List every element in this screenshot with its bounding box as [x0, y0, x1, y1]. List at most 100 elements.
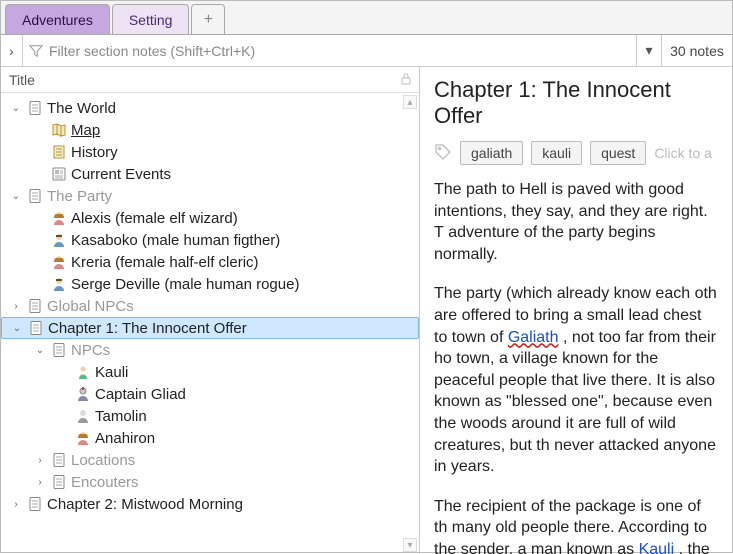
column-header[interactable]: Title — [1, 67, 420, 93]
child-icon — [75, 364, 91, 380]
chevron-right-icon: › — [9, 43, 14, 59]
main-split: Title ▴ ▾ ⌄ The World Map History Current Ev… — [1, 67, 732, 554]
tree-row[interactable]: History — [1, 141, 419, 163]
filter-placeholder: Filter section notes (Shift+Ctrl+K) — [49, 43, 255, 59]
tree-label: Encouters — [71, 474, 139, 491]
person-f-icon — [51, 254, 67, 270]
chevron-right-icon[interactable]: › — [9, 497, 23, 511]
tree-pane: Title ▴ ▾ ⌄ The World Map History Current Ev… — [1, 67, 420, 554]
doc-icon — [51, 342, 67, 358]
doc-icon — [51, 474, 67, 490]
tag-add-hint[interactable]: Click to a — [654, 145, 712, 161]
tree-row[interactable]: › Chapter 2: Mistwood Morning — [1, 493, 419, 515]
tree-row[interactable]: Current Events — [1, 163, 419, 185]
filter-icon — [29, 44, 43, 58]
tree-label: History — [71, 144, 118, 161]
tag-chip[interactable]: kauli — [531, 141, 582, 165]
content-pane: Chapter 1: The Innocent Offer galiath ka… — [420, 67, 732, 554]
tree-label: Alexis (female elf wizard) — [71, 210, 238, 227]
doc-icon — [28, 320, 44, 336]
chevron-down-icon[interactable]: ⌄ — [9, 101, 23, 115]
tree-row[interactable]: ›Locations — [1, 449, 419, 471]
notes-count: 30 notes — [662, 43, 732, 59]
tree-label: Anahiron — [95, 430, 155, 447]
expander-spacer — [57, 365, 71, 379]
tree-row[interactable]: Anahiron — [1, 427, 419, 449]
chevron-right-icon[interactable]: › — [33, 453, 47, 467]
tree-row[interactable]: Serge Deville (male human rogue) — [1, 273, 419, 295]
map-icon — [51, 122, 67, 138]
tab-setting[interactable]: Setting — [112, 4, 190, 34]
person-f-icon — [75, 430, 91, 446]
tree-label: Tamolin — [95, 408, 147, 425]
text-run: The party (which already know each oth — [434, 285, 717, 302]
tree-row[interactable]: Kasaboko (male human figther) — [1, 229, 419, 251]
lock-icon — [401, 72, 411, 88]
tree-label: Map — [71, 122, 100, 139]
body-text[interactable]: The path to Hell is paved with good inte… — [434, 179, 718, 554]
tree-label: Chapter 2: Mistwood Morning — [47, 496, 243, 513]
filter-bar: › Filter section notes (Shift+Ctrl+K) ▾ … — [1, 35, 732, 67]
tree-row[interactable]: ⌄ The World — [1, 97, 419, 119]
collapse-toggle[interactable]: › — [1, 35, 23, 67]
chevron-right-icon[interactable]: › — [9, 299, 23, 313]
tree: ▴ ▾ ⌄ The World Map History Current Events ⌄ T… — [1, 93, 419, 554]
chevron-right-icon[interactable]: › — [33, 475, 47, 489]
tree-row[interactable]: Tamolin — [1, 405, 419, 427]
tree-label: NPCs — [71, 342, 110, 359]
tree-label: The Party — [47, 188, 112, 205]
expander-spacer — [57, 431, 71, 445]
tree-label: Kauli — [95, 364, 128, 381]
tree-row[interactable]: Map — [1, 119, 419, 141]
chevron-down-icon[interactable]: ⌄ — [9, 189, 23, 203]
paragraph: The party (which already know each oth a… — [434, 283, 718, 477]
mono-icon — [75, 408, 91, 424]
filter-input[interactable]: Filter section notes (Shift+Ctrl+K) — [23, 43, 636, 59]
plus-icon: + — [204, 11, 213, 29]
scroll-down[interactable]: ▾ — [403, 538, 417, 552]
doc-icon — [27, 100, 43, 116]
tree-row[interactable]: Kauli — [1, 361, 419, 383]
expander-spacer — [33, 277, 47, 291]
tab-label: Setting — [129, 12, 173, 28]
doc-icon — [27, 188, 43, 204]
tree-label: Global NPCs — [47, 298, 134, 315]
tree-label: Kasaboko (male human figther) — [71, 232, 280, 249]
tag-chip[interactable]: quest — [590, 141, 646, 165]
tree-label: Kreria (female half-elf cleric) — [71, 254, 259, 271]
scroll-icon — [51, 144, 67, 160]
tree-label: Chapter 1: The Innocent Offer — [48, 320, 247, 337]
tag-chip[interactable]: galiath — [460, 141, 523, 165]
doc-icon — [27, 496, 43, 512]
tree-row[interactable]: › Encouters — [1, 471, 419, 493]
content-title: Chapter 1: The Innocent Offer — [434, 77, 718, 129]
expander-spacer — [57, 387, 71, 401]
tree-label: Captain Gliad — [95, 386, 186, 403]
tree-label: The World — [47, 100, 116, 117]
tree-row[interactable]: Captain Gliad — [1, 383, 419, 405]
person-f-icon — [51, 210, 67, 226]
tree-row[interactable]: ⌄ The Party — [1, 185, 419, 207]
wiki-link[interactable]: Kauli — [639, 541, 675, 554]
tree-row[interactable]: Alexis (female elf wizard) — [1, 207, 419, 229]
chevron-down-icon[interactable]: ⌄ — [33, 343, 47, 357]
tab-adventures[interactable]: Adventures — [5, 4, 110, 34]
tree-row[interactable]: ⌄ NPCs — [1, 339, 419, 361]
scroll-up[interactable]: ▴ — [403, 95, 417, 109]
column-title: Title — [9, 72, 35, 88]
paragraph: The recipient of the package is one of t… — [434, 496, 718, 554]
tree-row[interactable]: ⌄ Chapter 1: The Innocent Offer — [1, 317, 419, 339]
tag-row: galiath kauli quest Click to a — [434, 141, 718, 165]
chevron-down-icon[interactable]: ⌄ — [10, 321, 24, 335]
tab-bar: Adventures Setting + — [1, 1, 732, 35]
wiki-link[interactable]: Galiath — [508, 329, 559, 346]
paragraph: The path to Hell is paved with good inte… — [434, 179, 718, 265]
expander-spacer — [33, 167, 47, 181]
tree-label: Serge Deville (male human rogue) — [71, 276, 299, 293]
tree-row[interactable]: › Global NPCs — [1, 295, 419, 317]
tab-add[interactable]: + — [191, 4, 225, 34]
news-icon — [51, 166, 67, 182]
tab-label: Adventures — [22, 12, 93, 28]
filter-dropdown[interactable]: ▾ — [636, 35, 662, 67]
tree-row[interactable]: Kreria (female half-elf cleric) — [1, 251, 419, 273]
